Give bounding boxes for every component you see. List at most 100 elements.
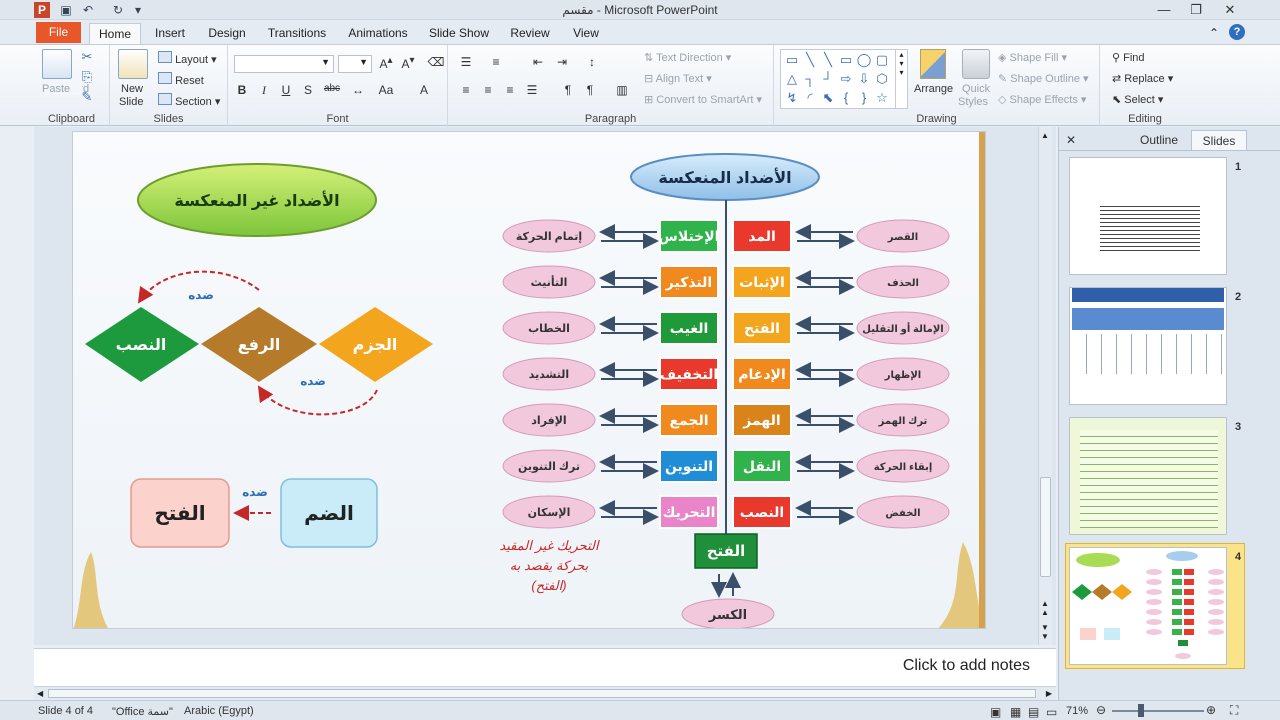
grow-font-icon[interactable]: A▴ bbox=[376, 55, 396, 71]
cut-icon[interactable]: ✂ bbox=[78, 49, 96, 65]
horizontal-scrollbar[interactable]: ◀ ▶ bbox=[34, 686, 1056, 700]
triangle-shape-icon[interactable]: △ bbox=[783, 71, 801, 87]
zoom-in-icon[interactable]: ⊕ bbox=[1206, 703, 1216, 717]
shape-effects-button[interactable]: ◇ Shape Effects ▾ bbox=[998, 93, 1086, 106]
slide-thumbnail-4[interactable] bbox=[1069, 547, 1227, 665]
normal-view-icon[interactable]: ▣ bbox=[990, 705, 1001, 719]
strikethrough-icon[interactable]: abc bbox=[322, 83, 342, 94]
new-slide-label[interactable]: New bbox=[121, 83, 143, 95]
numbering-icon[interactable]: ≡ bbox=[486, 55, 506, 69]
shape-outline-button[interactable]: ✎ Shape Outline ▾ bbox=[998, 72, 1089, 85]
elbow-shape-icon[interactable]: ┐ bbox=[801, 71, 819, 86]
shrink-font-icon[interactable]: A▾ bbox=[398, 55, 418, 71]
tab-animations[interactable]: Animations bbox=[342, 23, 414, 44]
textbox-shape-icon[interactable]: ▭ bbox=[783, 52, 801, 68]
decrease-indent-icon[interactable]: ⇤ bbox=[528, 55, 548, 69]
zoom-out-icon[interactable]: ⊖ bbox=[1096, 703, 1106, 717]
bold-icon[interactable]: B bbox=[232, 83, 252, 97]
arc-shape-icon[interactable]: ◜ bbox=[801, 90, 819, 106]
star-shape-icon[interactable]: ☆ bbox=[873, 90, 891, 106]
zoom-slider-thumb[interactable] bbox=[1138, 704, 1144, 717]
align-center-icon[interactable]: ≡ bbox=[478, 83, 498, 97]
clear-format-icon[interactable]: ⌫ bbox=[426, 55, 446, 69]
slide-thumbnail-2[interactable] bbox=[1069, 287, 1227, 405]
replace-button[interactable]: ⇄ Replace ▾ bbox=[1112, 72, 1173, 85]
close-panel-icon[interactable]: ✕ bbox=[1063, 130, 1079, 150]
rectangle-shape-icon[interactable]: ▭ bbox=[837, 52, 855, 68]
slide-sorter-icon[interactable]: ▦ bbox=[1010, 705, 1021, 719]
scroll-thumb[interactable] bbox=[1040, 477, 1051, 577]
new-slide-icon[interactable] bbox=[118, 49, 148, 79]
close-icon[interactable]: ✕ bbox=[1216, 1, 1244, 19]
align-right-icon[interactable]: ≡ bbox=[500, 83, 520, 97]
zoom-level[interactable]: 71% bbox=[1066, 705, 1088, 717]
font-name-input[interactable]: ▼ bbox=[234, 55, 334, 73]
slide-vertical-scrollbar[interactable]: ▲ ▲ ▲ ▼ ▼ bbox=[1038, 127, 1052, 645]
select-button[interactable]: ⬉ Select ▾ bbox=[1112, 93, 1163, 106]
minimize-icon[interactable]: — bbox=[1150, 1, 1178, 19]
zoom-slider[interactable] bbox=[1112, 710, 1204, 712]
prev-slide-icon[interactable]: ▲ ▲ bbox=[1041, 599, 1049, 617]
arrange-button[interactable]: Arrange bbox=[914, 83, 953, 95]
scroll-left-icon[interactable]: ◀ bbox=[37, 689, 43, 698]
rounded-rect-shape-icon[interactable]: ▢ bbox=[873, 52, 891, 68]
scroll-up-icon[interactable]: ▲ bbox=[1041, 131, 1049, 140]
rtl-icon[interactable]: ¶ bbox=[580, 83, 600, 97]
copy-icon[interactable]: ⎘ bbox=[78, 69, 96, 85]
right-brace-shape-icon[interactable]: } bbox=[855, 90, 873, 105]
collapse-ribbon-icon[interactable]: ⌃ bbox=[1206, 23, 1222, 44]
styles-label[interactable]: Styles bbox=[958, 96, 988, 108]
next-slide-icon[interactable]: ▼ ▼ bbox=[1041, 623, 1049, 641]
status-language[interactable]: Arabic (Egypt) bbox=[184, 705, 254, 717]
shapes-gallery[interactable]: ▭ ╲ ╲ ▭ ◯ ▢ △ ┐ ┘ ⇨ ⇩ ⬡ ↯ ◜ ⬉ { } ☆ ▴ ▾ ▾ bbox=[780, 49, 908, 109]
slide-thumbnail-3[interactable] bbox=[1069, 417, 1227, 535]
maximize-icon[interactable]: ❐ bbox=[1182, 1, 1210, 19]
section-button[interactable]: Section ▾ bbox=[158, 93, 220, 108]
status-theme[interactable]: "Office سمة" bbox=[112, 705, 173, 718]
notes-pane[interactable]: Click to add notes bbox=[34, 648, 1056, 686]
paste-label[interactable]: Paste bbox=[42, 83, 82, 95]
increase-indent-icon[interactable]: ⇥ bbox=[552, 55, 572, 69]
line-shape-icon[interactable]: ╲ bbox=[801, 52, 819, 68]
reset-button[interactable]: Reset bbox=[158, 72, 204, 87]
font-color-icon[interactable]: A bbox=[414, 83, 434, 97]
align-left-icon[interactable]: ≡ bbox=[456, 83, 476, 97]
right-arrow-shape-icon[interactable]: ⇨ bbox=[837, 71, 855, 87]
new-slide-label-2[interactable]: Slide bbox=[119, 96, 143, 108]
notes-placeholder[interactable]: Click to add notes bbox=[903, 657, 1030, 675]
columns-icon[interactable]: ▥ bbox=[612, 83, 632, 97]
hscroll-thumb[interactable] bbox=[48, 689, 1036, 698]
quick-label[interactable]: Quick bbox=[962, 83, 990, 95]
tab-view[interactable]: View bbox=[566, 23, 606, 44]
line-shape-icon-2[interactable]: ╲ bbox=[819, 52, 837, 68]
paste-icon[interactable] bbox=[42, 49, 72, 79]
fit-to-window-icon[interactable]: ⛶ bbox=[1230, 703, 1238, 718]
elbow-shape-icon-2[interactable]: ┘ bbox=[819, 71, 837, 86]
tab-home[interactable]: Home bbox=[89, 23, 141, 44]
tab-insert[interactable]: Insert bbox=[148, 23, 192, 44]
change-case-icon[interactable]: Aa bbox=[376, 83, 396, 97]
quick-styles-icon[interactable] bbox=[962, 49, 990, 79]
arrange-icon[interactable] bbox=[920, 49, 946, 79]
left-brace-shape-icon[interactable]: { bbox=[837, 90, 855, 105]
slide-canvas[interactable]: الأضداد غير المنعكسة الأضداد المنعكسة ال… bbox=[72, 131, 986, 629]
line-spacing-icon[interactable]: ↕ bbox=[582, 55, 602, 69]
slideshow-view-icon[interactable]: ▭ bbox=[1046, 705, 1057, 719]
reading-view-icon[interactable]: ▤ bbox=[1028, 705, 1039, 719]
tab-slides[interactable]: Slides bbox=[1191, 130, 1247, 150]
italic-icon[interactable]: I bbox=[254, 83, 274, 98]
find-button[interactable]: ⚲ Find bbox=[1112, 51, 1145, 64]
format-painter-icon[interactable]: ✎ bbox=[78, 89, 96, 105]
help-icon[interactable]: ? bbox=[1229, 24, 1245, 40]
underline-icon[interactable]: U bbox=[276, 83, 296, 97]
char-spacing-icon[interactable]: ↔ bbox=[348, 83, 368, 97]
curve-shape-icon[interactable]: ↯ bbox=[783, 90, 801, 106]
ltr-icon[interactable]: ¶ bbox=[558, 83, 578, 97]
bullets-icon[interactable]: ☰ bbox=[456, 55, 476, 69]
text-direction-button[interactable]: ⇅ Text Direction ▾ bbox=[644, 51, 731, 64]
shapes-gallery-scroll[interactable]: ▴ ▾ ▾ bbox=[895, 50, 907, 108]
justify-icon[interactable]: ☰ bbox=[522, 83, 542, 97]
tab-design[interactable]: Design bbox=[203, 23, 251, 44]
tab-slide-show[interactable]: Slide Show bbox=[426, 23, 492, 44]
slide-thumbnail-1[interactable] bbox=[1069, 157, 1227, 275]
